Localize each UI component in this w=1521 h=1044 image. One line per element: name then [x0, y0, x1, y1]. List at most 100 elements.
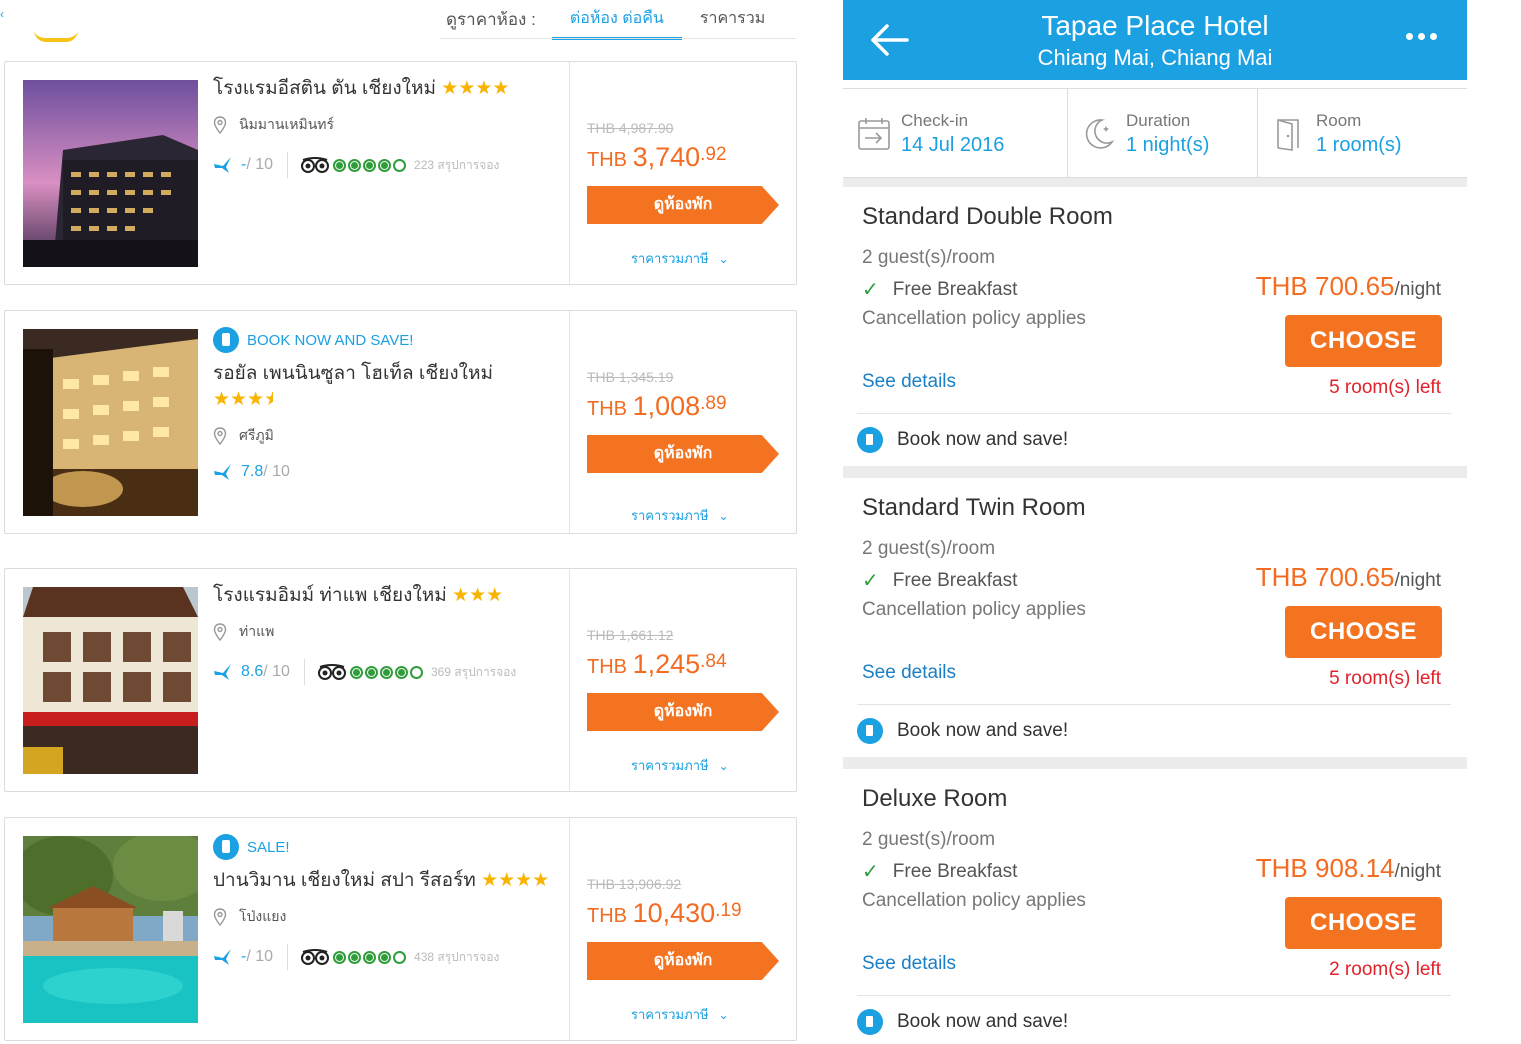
tripadvisor-rating[interactable]: 438 สรุปการจอง [300, 948, 499, 967]
price-currency: THB [587, 149, 633, 171]
tax-link-text[interactable]: ราคารวมภาษี [631, 1004, 709, 1025]
see-details-link[interactable]: See details [862, 662, 956, 684]
tripadvisor-owl-icon [301, 157, 330, 173]
room-divider [857, 413, 1451, 414]
hotel-name-text[interactable]: โรงแรมอีสติน ตัน เชียงใหม่ [213, 78, 436, 99]
price-column: THB 13,906.92 THB 10,430.19 ดูห้องพัก รา… [585, 818, 785, 1040]
menu-dot [1430, 33, 1437, 40]
choose-room-button[interactable]: CHOOSE [1285, 315, 1442, 367]
room-breakfast: ✓ Free Breakfast [862, 277, 1017, 302]
duration-info[interactable]: Duration 1 night(s) [1067, 89, 1257, 179]
tripadvisor-dot [348, 950, 362, 964]
room-name: Deluxe Room [862, 785, 1008, 812]
breakfast-text: Free Breakfast [892, 569, 1018, 591]
discounted-price: THB 3,740.92 [587, 142, 727, 173]
chevron-down-icon[interactable]: ⌄ [719, 1008, 729, 1022]
tripadvisor-dot [393, 950, 407, 964]
tripadvisor-dot [333, 950, 347, 964]
choose-room-button[interactable]: CHOOSE [1285, 897, 1442, 949]
hotel-name[interactable]: ปานวิมาน เชียงใหม่ สปา รีสอร์ท ★★★★ [213, 868, 563, 894]
hotel-photo[interactable] [23, 80, 198, 267]
hotel-name-text[interactable]: โรงแรมอิมม์ ท่าแพ เชียงใหม่ [213, 585, 447, 606]
card-divider [569, 62, 570, 284]
review-bird-icon [214, 664, 231, 680]
tripadvisor-dot [379, 665, 393, 679]
view-rooms-button[interactable]: ดูห้องพัก [587, 435, 779, 473]
hotel-photo[interactable] [23, 836, 198, 1023]
promo-badge: SALE! [213, 832, 563, 862]
location-text: โป่งแยง [239, 908, 287, 924]
choose-room-button[interactable]: CHOOSE [1285, 606, 1442, 658]
promo-tag-icon [213, 834, 239, 860]
see-details-link[interactable]: See details [862, 371, 956, 393]
checkin-label: Check-in [901, 111, 969, 130]
price-main: 1,008 [632, 391, 701, 421]
hotel-name[interactable]: โรงแรมอิมม์ ท่าแพ เชียงใหม่ ★★★ [213, 583, 563, 609]
tab-per-room-per-night[interactable]: ต่อห้อง ต่อคืน [551, 0, 682, 40]
price-incl-tax-link[interactable]: ราคารวมภาษี ⌄ [631, 755, 729, 776]
hotel-title: Tapae Place Hotel [1041, 10, 1269, 41]
price-incl-tax-link[interactable]: ราคารวมภาษี ⌄ [631, 248, 729, 269]
chevron-down-icon[interactable]: ⌄ [719, 759, 729, 773]
room-label: Room [1316, 111, 1362, 130]
tripadvisor-dot [333, 158, 347, 172]
tripadvisor-dot [364, 665, 378, 679]
location-pin-icon [213, 427, 227, 445]
tripadvisor-rating[interactable]: 223 สรุปการจอง [300, 156, 499, 175]
tripadvisor-dot [348, 158, 362, 172]
back-arrow-icon[interactable] [867, 18, 911, 62]
room-price-value: THB 700.65 [1255, 562, 1395, 592]
price-currency: THB [587, 398, 633, 420]
rooms-left-alert: 5 room(s) left [1329, 668, 1441, 689]
hotel-card[interactable]: SALE! ปานวิมาน เชียงใหม่ สปา รีสอร์ท ★★★… [4, 817, 797, 1041]
view-rooms-button[interactable]: ดูห้องพัก [587, 186, 779, 224]
half-star-icon: ★ [264, 389, 274, 410]
star-rating-text: ★★★ [213, 389, 265, 410]
more-options-icon[interactable] [1401, 33, 1437, 40]
duration-value: 1 night(s) [1126, 134, 1210, 156]
promo-text: Book now and save! [897, 720, 1069, 741]
location-pin-icon [213, 908, 227, 926]
hotel-photo[interactable] [23, 329, 198, 516]
tripadvisor-dot [409, 665, 423, 679]
hotel-card[interactable]: โรงแรมอิมม์ ท่าแพ เชียงใหม่ ★★★ ท่าแพ 8.… [4, 568, 797, 792]
price-main: 1,245 [632, 649, 701, 679]
room-option-card: Standard Double Room 2 guest(s)/room ✓ Fr… [843, 187, 1467, 465]
checkin-info[interactable]: Check-in 14 Jul 2016 [843, 89, 1067, 179]
hotel-name-text[interactable]: รอยัล เพนนินซูลา โฮเท็ล เชียงใหม่ [213, 363, 493, 384]
price-incl-tax-link[interactable]: ราคารวมภาษี ⌄ [631, 505, 729, 526]
promo-tag-icon [213, 327, 239, 353]
hotel-name[interactable]: โรงแรมอีสติน ตัน เชียงใหม่ ★★★★ [213, 76, 563, 102]
hotel-card[interactable]: BOOK NOW AND SAVE! รอยัล เพนนินซูลา โฮเท… [4, 310, 797, 534]
app-header: Tapae Place Hotel Chiang Mai, Chiang Mai [843, 0, 1467, 80]
price-incl-tax-link[interactable]: ราคารวมภาษี ⌄ [631, 1004, 729, 1025]
tax-link-text[interactable]: ราคารวมภาษี [631, 248, 709, 269]
location-text: ท่าแพ [239, 623, 275, 639]
tripadvisor-review-count: 223 สรุปการจอง [414, 157, 500, 172]
chevron-down-icon[interactable]: ⌄ [719, 252, 729, 266]
price-currency: THB [587, 656, 633, 678]
tax-link-text[interactable]: ราคารวมภาษี [631, 755, 709, 776]
calendar-icon [858, 118, 890, 150]
chevron-down-icon[interactable]: ⌄ [719, 509, 729, 523]
tripadvisor-rating[interactable]: 369 สรุปการจอง [317, 663, 516, 682]
location-text: ศรีภูมิ [239, 427, 274, 443]
original-price: THB 4,987.90 [587, 120, 674, 136]
see-details-link[interactable]: See details [862, 953, 956, 975]
location-pin-icon [213, 116, 227, 134]
room-count-info[interactable]: Room 1 room(s) [1257, 89, 1467, 179]
room-divider [857, 704, 1451, 705]
discounted-price: THB 1,008.89 [587, 391, 727, 422]
view-rooms-button[interactable]: ดูห้องพัก [587, 693, 779, 731]
tab-total-price[interactable]: ราคารวม [682, 0, 783, 40]
scroll-left-icon[interactable]: ‹ [0, 8, 8, 20]
hotel-name[interactable]: รอยัล เพนนินซูลา โฮเท็ล เชียงใหม่ ★★★★ [213, 361, 563, 413]
hotel-detail-panel: Tapae Place Hotel Chiang Mai, Chiang Mai… [843, 0, 1467, 1044]
hotel-name-text[interactable]: ปานวิมาน เชียงใหม่ สปา รีสอร์ท [213, 870, 476, 891]
view-rooms-button[interactable]: ดูห้องพัก [587, 942, 779, 980]
tax-link-text[interactable]: ราคารวมภาษี [631, 505, 709, 526]
hotel-photo[interactable] [23, 587, 198, 774]
original-price: THB 1,345.19 [587, 369, 674, 385]
rating-divider [287, 944, 289, 970]
hotel-card[interactable]: โรงแรมอีสติน ตัน เชียงใหม่ ★★★★ นิมมานเห… [4, 61, 797, 285]
